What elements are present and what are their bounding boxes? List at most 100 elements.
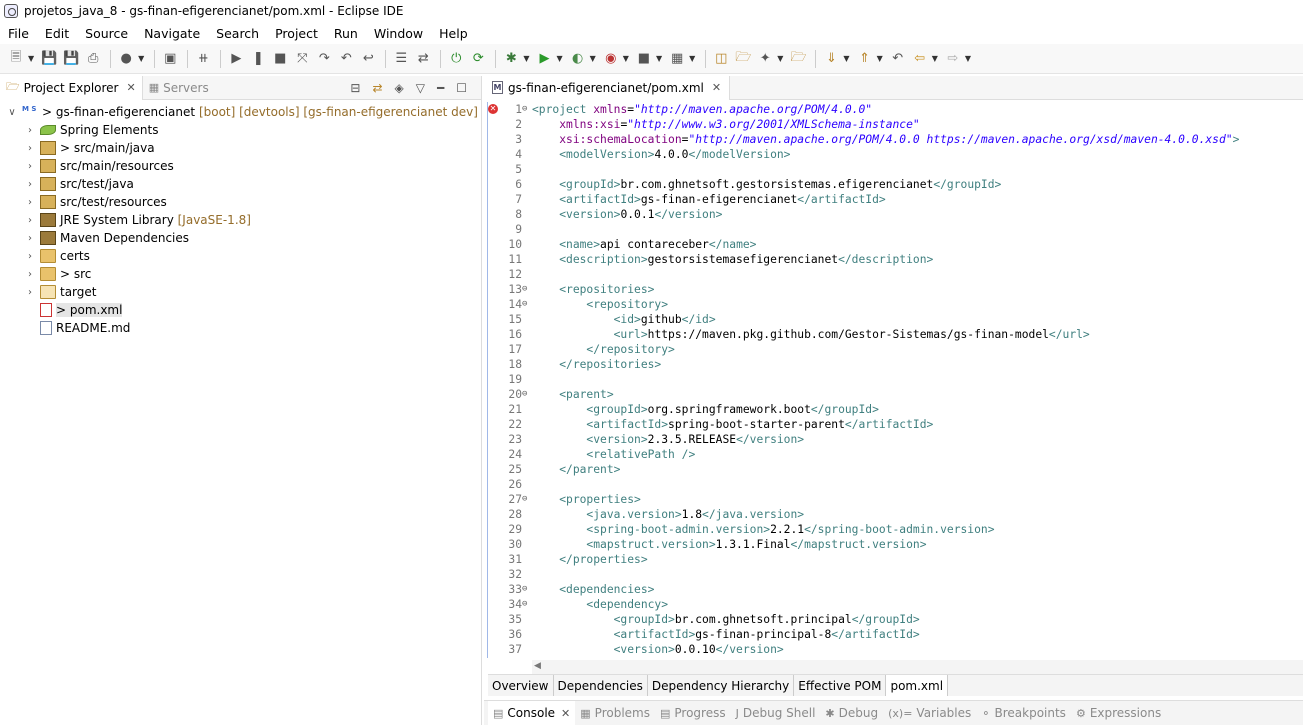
editor-tab-pom[interactable]: M gs-finan-efigerencianet/pom.xml ✕ — [484, 75, 731, 100]
tab-debug-shell[interactable]: J Debug Shell — [731, 701, 821, 726]
code-line[interactable]: <modelVersion>4.0.0</modelVersion> — [532, 147, 1239, 162]
code-line[interactable] — [532, 267, 1239, 282]
step-over-icon[interactable]: ↶ — [336, 49, 356, 69]
chevron-right-icon[interactable]: › — [24, 233, 36, 244]
menu-search[interactable]: Search — [208, 26, 267, 41]
tab-console[interactable]: ▤ Console ✕ — [488, 700, 576, 726]
menu-edit[interactable]: Edit — [37, 26, 77, 41]
tab-expressions[interactable]: ⚙ Expressions — [1071, 701, 1166, 726]
disconnect-icon[interactable]: ⤧ — [292, 49, 312, 69]
new-icon[interactable]: 🗏 — [6, 49, 26, 69]
code-line[interactable]: </parent> — [532, 462, 1239, 477]
coverage-dropdown-icon[interactable]: ▼ — [590, 54, 596, 63]
fold-toggle-icon[interactable]: ⊖ — [522, 492, 532, 507]
code-line[interactable]: <version>0.0.1</version> — [532, 207, 1239, 222]
chevron-right-icon[interactable]: › — [24, 269, 36, 280]
menu-help[interactable]: Help — [431, 26, 476, 41]
tab-project-explorer[interactable]: 🗁 Project Explorer ✕ — [0, 75, 143, 100]
tab-variables[interactable]: (x)= Variables — [883, 701, 976, 726]
tree-item-pom-xml[interactable]: > pom.xml — [0, 301, 481, 319]
code-line[interactable]: <project xmlns="http://maven.apache.org/… — [532, 102, 1239, 117]
stop-dropdown-icon[interactable]: ▼ — [656, 54, 662, 63]
code-line[interactable]: xmlns:xsi="http://www.w3.org/2001/XMLSch… — [532, 117, 1239, 132]
menu-file[interactable]: File — [0, 26, 37, 41]
code-line[interactable]: <parent> — [532, 387, 1239, 402]
skip-breakpoints-icon[interactable]: ⧺ — [193, 49, 213, 69]
code-line[interactable] — [532, 222, 1239, 237]
collapse-all-icon[interactable]: ⊟ — [350, 81, 360, 95]
code-line[interactable] — [532, 162, 1239, 177]
open-task-dropdown-icon[interactable]: ▼ — [777, 54, 783, 63]
next-annotation-dropdown-icon[interactable]: ▼ — [843, 54, 849, 63]
code-line[interactable]: <mapstruct.version>1.3.1.Final</mapstruc… — [532, 537, 1239, 552]
code-line[interactable]: xsi:schemaLocation="http://maven.apache.… — [532, 132, 1239, 147]
code-line[interactable]: <artifactId>spring-boot-starter-parent</… — [532, 417, 1239, 432]
step-into-icon[interactable]: ↷ — [314, 49, 334, 69]
code-line[interactable]: <version>0.0.10</version> — [532, 642, 1239, 657]
chevron-right-icon[interactable]: › — [24, 215, 36, 226]
code-line[interactable]: <relativePath /> — [532, 447, 1239, 462]
tab-progress[interactable]: ▤ Progress — [655, 701, 731, 726]
new-dropdown-icon[interactable]: ▼ — [28, 54, 34, 63]
code-line[interactable]: <dependencies> — [532, 582, 1239, 597]
build-icon[interactable]: ▦ — [667, 49, 687, 69]
tree-item-src-test-java[interactable]: › src/test/java — [0, 175, 481, 193]
external-tools-dropdown-icon[interactable]: ▼ — [623, 54, 629, 63]
code-line[interactable] — [532, 477, 1239, 492]
code-line[interactable]: <repositories> — [532, 282, 1239, 297]
code-line[interactable]: <spring-boot-admin.version>2.2.1</spring… — [532, 522, 1239, 537]
user-icon[interactable]: ● — [116, 49, 136, 69]
back-dropdown-icon[interactable]: ▼ — [932, 54, 938, 63]
code-line[interactable]: </repository> — [532, 342, 1239, 357]
terminate-icon[interactable]: ■ — [270, 49, 290, 69]
chevron-right-icon[interactable]: › — [24, 125, 36, 136]
menu-project[interactable]: Project — [267, 26, 326, 41]
tab-pom-xml[interactable]: pom.xml — [886, 675, 949, 696]
tree-item-src-main-resources[interactable]: › src/main/resources — [0, 157, 481, 175]
tab-dependency-hierarchy[interactable]: Dependency Hierarchy — [648, 675, 795, 696]
error-icon[interactable]: ✕ — [488, 104, 498, 114]
coverage-icon[interactable]: ◐ — [568, 49, 588, 69]
stop-icon[interactable]: ■ — [634, 49, 654, 69]
tree-item-maven-dependencies[interactable]: › Maven Dependencies — [0, 229, 481, 247]
tab-breakpoints[interactable]: ⚬ Breakpoints — [976, 701, 1071, 726]
chevron-down-icon[interactable]: ∨ — [6, 107, 18, 118]
tree-item-src[interactable]: › > src — [0, 265, 481, 283]
back-icon[interactable]: ⇦ — [910, 49, 930, 69]
menu-navigate[interactable]: Navigate — [136, 26, 208, 41]
tree-item-spring-elements[interactable]: › Spring Elements — [0, 121, 481, 139]
tab-effective-pom[interactable]: Effective POM — [794, 675, 887, 696]
code-line[interactable]: <groupId>br.com.ghnetsoft.gestorsistemas… — [532, 177, 1239, 192]
code-line[interactable] — [532, 567, 1239, 582]
code-line[interactable]: <artifactId>gs-finan-principal-8</artifa… — [532, 627, 1239, 642]
fold-toggle-icon[interactable]: ⊖ — [522, 102, 532, 117]
code-line[interactable]: <repository> — [532, 297, 1239, 312]
code-line[interactable]: <name>api contareceber</name> — [532, 237, 1239, 252]
tree-item-certs[interactable]: › certs — [0, 247, 481, 265]
suspend-icon[interactable]: ❚ — [248, 49, 268, 69]
code-line[interactable]: <java.version>1.8</java.version> — [532, 507, 1239, 522]
spring-boot-power-icon[interactable]: ⏻ — [446, 49, 466, 69]
fold-toggle-icon[interactable]: ⊖ — [522, 387, 532, 402]
chevron-right-icon[interactable]: › — [24, 197, 36, 208]
previous-annotation-icon[interactable]: ⇑ — [855, 49, 875, 69]
terminal-icon[interactable]: ▣ — [160, 49, 180, 69]
user-dropdown-icon[interactable]: ▼ — [138, 54, 144, 63]
code-line[interactable]: <dependency> — [532, 597, 1239, 612]
code-line[interactable]: <id>github</id> — [532, 312, 1239, 327]
code-line[interactable]: <url>https://maven.pkg.github.com/Gestor… — [532, 327, 1239, 342]
tree-item-project[interactable]: ∨ M S > gs-finan-efigerencianet [boot] [… — [0, 103, 481, 121]
code-line[interactable]: <groupId>br.com.ghnetsoft.principal</gro… — [532, 612, 1239, 627]
code-line[interactable] — [532, 372, 1239, 387]
chevron-right-icon[interactable]: › — [24, 161, 36, 172]
chevron-right-icon[interactable]: › — [24, 143, 36, 154]
chevron-right-icon[interactable]: › — [24, 179, 36, 190]
build-dropdown-icon[interactable]: ▼ — [689, 54, 695, 63]
tab-problems[interactable]: ▦ Problems — [575, 701, 655, 726]
code-line[interactable]: <artifactId>gs-finan-efigerencianet</art… — [532, 192, 1239, 207]
menu-window[interactable]: Window — [366, 26, 431, 41]
code-line[interactable]: </properties> — [532, 552, 1239, 567]
tab-servers[interactable]: ▦ Servers — [143, 76, 215, 100]
minimize-icon[interactable]: ━ — [437, 81, 444, 95]
next-annotation-icon[interactable]: ⇓ — [821, 49, 841, 69]
